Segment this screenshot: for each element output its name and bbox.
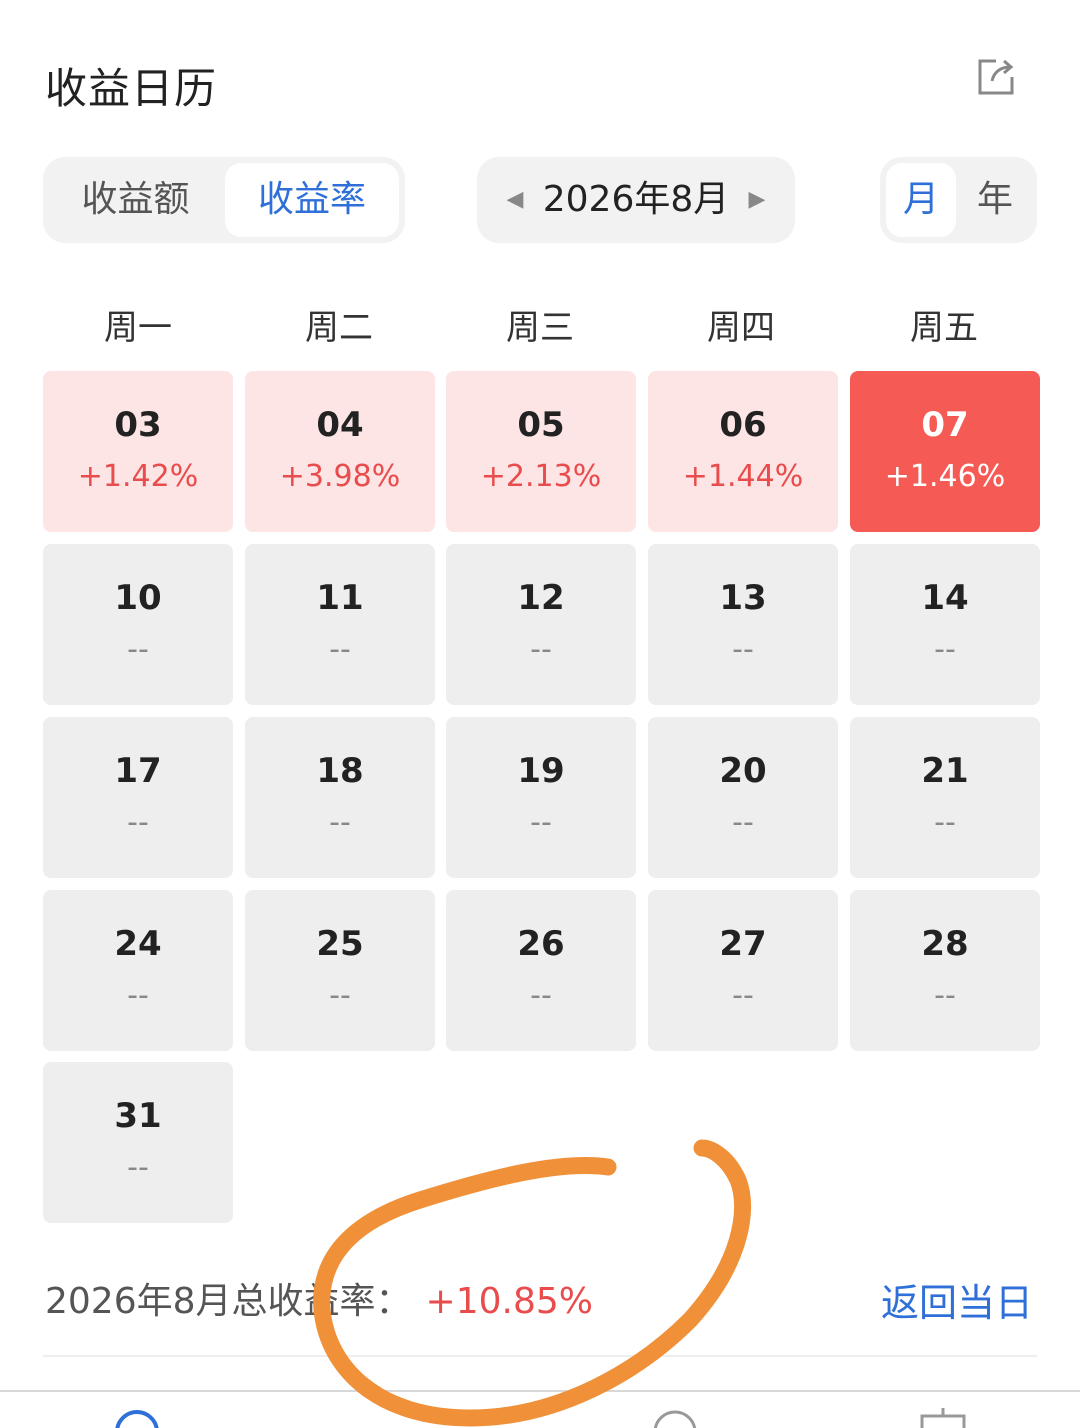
day-return-rate: --	[127, 978, 149, 1013]
calendar-grid: 03 +1.42% 04 +3.98% 05 +2.13% 06 +1.44% 07 +1.46%…	[43, 371, 1040, 1231]
day-return-rate: +1.44%	[682, 459, 804, 494]
calendar-day-cell[interactable]: 26 --	[446, 890, 636, 1051]
day-number: 26	[517, 924, 565, 964]
day-number: 03	[114, 405, 162, 445]
page-title: 收益日历	[45, 64, 218, 113]
day-return-rate: --	[934, 805, 956, 840]
next-month-button[interactable]: ▶	[737, 157, 777, 243]
day-number: 17	[114, 751, 162, 791]
day-number: 18	[316, 751, 364, 791]
weekday-label: 周一	[104, 308, 172, 348]
weekday-label: 周三	[506, 308, 574, 348]
day-number: 20	[719, 751, 767, 791]
day-return-rate: --	[934, 978, 956, 1013]
calendar-day-cell[interactable]: 12 --	[446, 544, 636, 705]
period-toggle: 月 年	[880, 157, 1037, 243]
calendar-day-cell[interactable]: 13 --	[648, 544, 838, 705]
triangle-right-icon: ▶	[748, 187, 766, 212]
day-return-rate: --	[732, 978, 754, 1013]
calendar-day-cell[interactable]: 28 --	[850, 890, 1040, 1051]
day-return-rate: --	[127, 805, 149, 840]
current-month-label[interactable]: 2026年8月	[537, 157, 735, 243]
day-return-rate: --	[127, 632, 149, 667]
day-return-rate: +3.98%	[279, 459, 401, 494]
calendar-day-cell[interactable]: 31 --	[43, 1062, 233, 1223]
day-number: 14	[921, 578, 969, 618]
share-icon[interactable]	[974, 55, 1018, 99]
calendar-day-cell[interactable]: 03 +1.42%	[43, 371, 233, 532]
calendar-day-cell[interactable]: 25 --	[245, 890, 435, 1051]
weekday-label: 周二	[305, 308, 373, 348]
day-number: 25	[316, 924, 364, 964]
prev-month-button[interactable]: ◀	[495, 157, 535, 243]
day-number: 31	[114, 1096, 162, 1136]
calendar-day-cell[interactable]: 17 --	[43, 717, 233, 878]
calendar-day-cell[interactable]: 19 --	[446, 717, 636, 878]
tab-earnings-amount[interactable]: 收益额	[43, 157, 228, 243]
metric-segmented-control: 收益额 收益率	[43, 157, 405, 243]
calendar-day-cell[interactable]: 27 --	[648, 890, 838, 1051]
calendar-icon[interactable]	[918, 1408, 968, 1428]
bottom-bar-divider	[0, 1390, 1080, 1392]
day-number: 13	[719, 578, 767, 618]
summary-total-rate: +10.85%	[425, 1281, 593, 1322]
day-return-rate: +1.46%	[884, 459, 1006, 494]
weekday-label: 周四	[707, 308, 775, 348]
day-return-rate: --	[530, 805, 552, 840]
day-number: 24	[114, 924, 162, 964]
month-summary: 2026年8月总收益率： +10.85%	[45, 1272, 593, 1324]
triangle-left-icon: ◀	[506, 187, 524, 212]
calendar-day-cell[interactable]: 07 +1.46%	[850, 371, 1040, 532]
day-return-rate: --	[530, 632, 552, 667]
day-return-rate: +2.13%	[480, 459, 602, 494]
day-return-rate: --	[329, 632, 351, 667]
weekday-label: 周五	[910, 308, 978, 348]
day-number: 11	[316, 578, 364, 618]
day-return-rate: --	[934, 632, 956, 667]
day-number: 21	[921, 751, 969, 791]
calendar-day-cell[interactable]: 14 --	[850, 544, 1040, 705]
calendar-day-cell[interactable]: 20 --	[648, 717, 838, 878]
calendar-day-cell[interactable]: 04 +3.98%	[245, 371, 435, 532]
weekday-header: 周一 周二 周三 周四 周五	[43, 300, 1040, 356]
calendar-day-cell[interactable]: 06 +1.44%	[648, 371, 838, 532]
day-return-rate: --	[732, 632, 754, 667]
day-return-rate: --	[329, 805, 351, 840]
calendar-day-cell[interactable]: 24 --	[43, 890, 233, 1051]
day-number: 05	[517, 405, 565, 445]
day-number: 10	[114, 578, 162, 618]
day-number: 19	[517, 751, 565, 791]
calendar-day-cell[interactable]: 05 +2.13%	[446, 371, 636, 532]
day-return-rate: --	[530, 978, 552, 1013]
back-to-today-link[interactable]: 返回当日	[881, 1272, 1033, 1327]
day-number: 06	[719, 405, 767, 445]
tab-earnings-rate[interactable]: 收益率	[225, 163, 399, 237]
month-picker: ◀ 2026年8月 ▶	[477, 157, 795, 243]
calendar-day-cell[interactable]: 11 --	[245, 544, 435, 705]
calendar-day-cell[interactable]: 10 --	[43, 544, 233, 705]
day-number: 07	[921, 405, 969, 445]
tab-month[interactable]: 月	[886, 163, 956, 237]
day-return-rate: --	[732, 805, 754, 840]
day-number: 28	[921, 924, 969, 964]
day-return-rate: --	[127, 1150, 149, 1185]
tab-year[interactable]: 年	[960, 163, 1030, 237]
pie-chart-icon[interactable]	[112, 1408, 162, 1428]
day-number: 12	[517, 578, 565, 618]
earnings-calendar-page: 收益日历 收益额 收益率 ◀ 2026年8月 ▶ 月 年 周一 周二 周三 周四…	[0, 0, 1080, 1428]
summary-label: 2026年8月总收益率：	[45, 1281, 412, 1322]
calendar-day-cell[interactable]: 21 --	[850, 717, 1040, 878]
clock-icon[interactable]	[650, 1408, 700, 1428]
calendar-day-cell[interactable]: 18 --	[245, 717, 435, 878]
day-number: 04	[316, 405, 364, 445]
day-number: 27	[719, 924, 767, 964]
day-return-rate: +1.42%	[77, 459, 199, 494]
day-return-rate: --	[329, 978, 351, 1013]
divider	[43, 1355, 1037, 1357]
